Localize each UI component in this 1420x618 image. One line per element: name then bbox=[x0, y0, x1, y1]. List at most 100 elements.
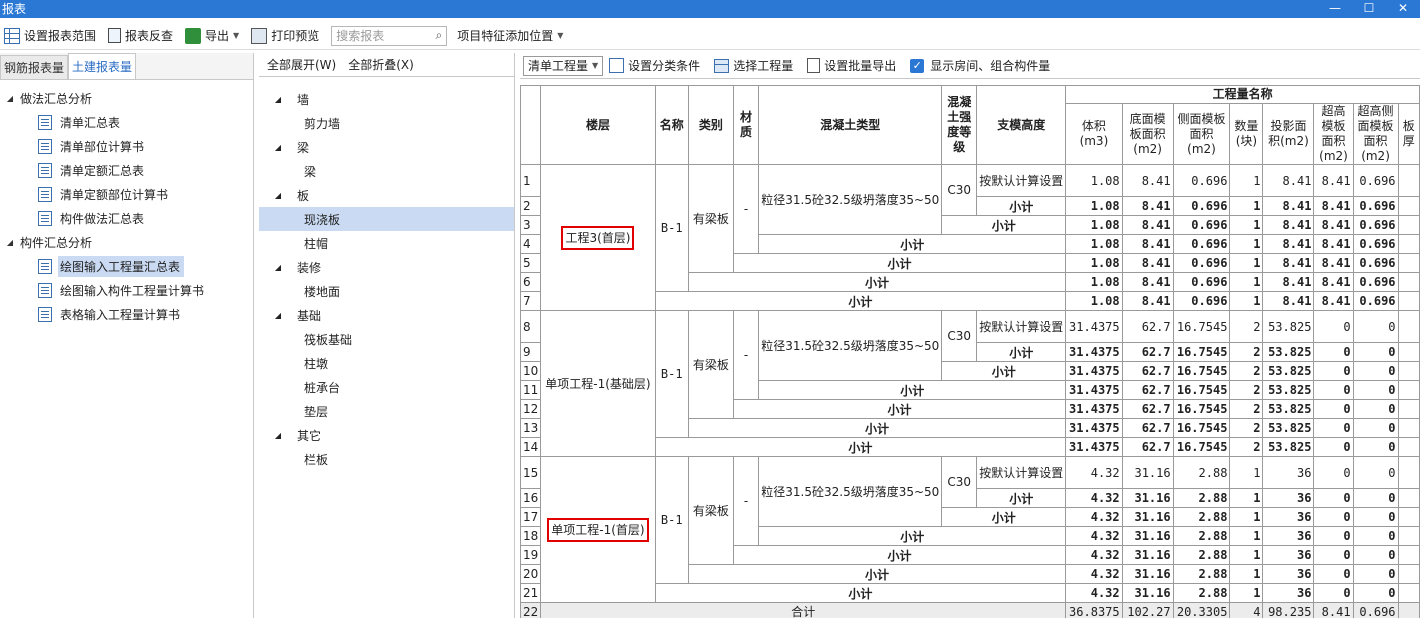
qty-cell[interactable]: 2.88 bbox=[1172, 488, 1231, 508]
qty-cell[interactable]: 0 bbox=[1313, 399, 1354, 419]
qty-cell[interactable]: 31.4375 bbox=[1065, 361, 1123, 381]
name-cell[interactable]: B-1 bbox=[654, 164, 689, 292]
tree-item-selected[interactable]: 绘图输入工程量汇总表 bbox=[0, 254, 253, 278]
qty-cell[interactable]: 36.8375 bbox=[1065, 602, 1123, 618]
qty-cell[interactable] bbox=[1397, 215, 1420, 235]
material-cell[interactable]: - bbox=[732, 456, 760, 546]
support-height-cell[interactable]: 按默认计算设置 bbox=[976, 164, 1067, 197]
qty-cell[interactable]: 1 bbox=[1229, 507, 1264, 527]
qty-cell[interactable]: 1 bbox=[1229, 215, 1264, 235]
qty-cell[interactable]: 0 bbox=[1313, 488, 1354, 508]
qty-cell[interactable]: 36 bbox=[1262, 583, 1315, 603]
qty-cell[interactable]: 0 bbox=[1352, 342, 1399, 362]
grand-total-label[interactable]: 合计 bbox=[540, 602, 1067, 618]
component-group[interactable]: ◢ 墙 bbox=[259, 87, 514, 111]
qty-cell[interactable]: 53.825 bbox=[1262, 418, 1315, 438]
material-cell[interactable]: - bbox=[732, 164, 760, 254]
concrete-grade-cell[interactable]: C30 bbox=[941, 456, 978, 508]
qty-cell[interactable]: 31.4375 bbox=[1065, 437, 1123, 457]
category-cell[interactable]: 有梁板 bbox=[687, 164, 734, 273]
concrete-type-cell[interactable]: 粒径31.5砼32.5级坍落度35~50 bbox=[758, 310, 943, 381]
qty-cell[interactable]: 0 bbox=[1313, 418, 1354, 438]
tree-item[interactable]: 构件做法汇总表 bbox=[0, 206, 253, 230]
qty-cell[interactable] bbox=[1397, 583, 1420, 603]
show-rooms-toggle[interactable]: ✓ 显示房间、组合构件量 bbox=[910, 57, 1050, 74]
qty-cell[interactable] bbox=[1397, 234, 1420, 254]
qty-cell[interactable]: 8.41 bbox=[1121, 196, 1174, 216]
qty-cell[interactable]: 1 bbox=[1229, 291, 1264, 311]
qty-cell[interactable]: 0.696 bbox=[1172, 234, 1231, 254]
floor-cell[interactable]: 单项工程-1(首层) bbox=[540, 456, 656, 603]
collapse-triangle-icon[interactable]: ◢ bbox=[271, 311, 285, 320]
qty-cell[interactable]: 0 bbox=[1352, 399, 1399, 419]
qty-cell[interactable]: 53.825 bbox=[1262, 380, 1315, 400]
qty-cell[interactable]: 0 bbox=[1313, 456, 1354, 489]
qty-cell[interactable]: 53.825 bbox=[1262, 342, 1315, 362]
subtotal-label[interactable]: 小计 bbox=[687, 272, 1067, 292]
qty-cell[interactable]: 0.696 bbox=[1352, 253, 1399, 273]
qty-cell[interactable]: 2 bbox=[1229, 361, 1264, 381]
component-group[interactable]: ◢ 板 bbox=[259, 183, 514, 207]
expand-all-button[interactable]: 全部展开(W) bbox=[267, 56, 336, 73]
qty-cell[interactable] bbox=[1397, 361, 1420, 381]
qty-cell[interactable]: 31.4375 bbox=[1065, 399, 1123, 419]
qty-cell[interactable] bbox=[1397, 253, 1420, 273]
qty-cell[interactable]: 0 bbox=[1352, 456, 1399, 489]
qty-cell[interactable]: 16.7545 bbox=[1172, 418, 1231, 438]
qty-cell[interactable]: 53.825 bbox=[1262, 399, 1315, 419]
qty-cell[interactable]: 1.08 bbox=[1065, 164, 1123, 197]
name-cell[interactable]: B-1 bbox=[654, 456, 689, 584]
subtotal-label[interactable]: 小计 bbox=[732, 253, 1067, 273]
collapse-triangle-icon[interactable]: ◢ bbox=[271, 431, 285, 440]
qty-cell[interactable]: 4.32 bbox=[1065, 545, 1123, 565]
qty-cell[interactable] bbox=[1397, 456, 1420, 489]
qty-cell[interactable]: 0 bbox=[1352, 564, 1399, 584]
qty-cell[interactable]: 31.4375 bbox=[1065, 342, 1123, 362]
qty-cell[interactable]: 1.08 bbox=[1065, 253, 1123, 273]
qty-cell[interactable]: 1.08 bbox=[1065, 196, 1123, 216]
category-cell[interactable]: 有梁板 bbox=[687, 310, 734, 419]
subtotal-label[interactable]: 小计 bbox=[976, 196, 1067, 216]
qty-cell[interactable]: 2.88 bbox=[1172, 456, 1231, 489]
qty-cell[interactable]: 16.7545 bbox=[1172, 380, 1231, 400]
qty-cell[interactable]: 8.41 bbox=[1262, 291, 1315, 311]
qty-cell[interactable] bbox=[1397, 310, 1420, 343]
tree-item[interactable]: 绘图输入构件工程量计算书 bbox=[0, 278, 253, 302]
qty-cell[interactable]: 0 bbox=[1313, 310, 1354, 343]
qty-cell[interactable]: 8.41 bbox=[1313, 291, 1354, 311]
subtotal-label[interactable]: 小计 bbox=[654, 583, 1067, 603]
qty-cell[interactable]: 8.41 bbox=[1313, 215, 1354, 235]
export-button[interactable]: 导出 ▼ bbox=[181, 24, 243, 48]
qty-cell[interactable]: 0 bbox=[1352, 380, 1399, 400]
qty-cell[interactable]: 1 bbox=[1229, 272, 1264, 292]
set-class-button[interactable]: 设置分类条件 bbox=[609, 57, 700, 74]
tree-item[interactable]: 清单定额部位计算书 bbox=[0, 182, 253, 206]
qty-cell[interactable]: 0 bbox=[1352, 361, 1399, 381]
qty-cell[interactable]: 2.88 bbox=[1172, 583, 1231, 603]
qty-cell[interactable]: 4.32 bbox=[1065, 456, 1123, 489]
search-icon[interactable]: ⌕ bbox=[435, 28, 442, 43]
floor-cell[interactable]: 工程3(首层) bbox=[540, 164, 656, 311]
qty-cell[interactable]: 2 bbox=[1229, 310, 1264, 343]
tree-group-method[interactable]: ◢ 做法汇总分析 bbox=[0, 86, 253, 110]
qty-cell[interactable] bbox=[1397, 272, 1420, 292]
subtotal-label[interactable]: 小计 bbox=[758, 526, 1067, 546]
qty-cell[interactable]: 8.41 bbox=[1121, 272, 1174, 292]
qty-cell[interactable]: 2 bbox=[1229, 342, 1264, 362]
qty-cell[interactable]: 8.41 bbox=[1121, 164, 1174, 197]
qty-cell[interactable]: 0 bbox=[1313, 564, 1354, 584]
qty-cell[interactable]: 1 bbox=[1229, 564, 1264, 584]
qty-cell[interactable]: 2 bbox=[1229, 418, 1264, 438]
collapse-triangle-icon[interactable]: ◢ bbox=[271, 95, 285, 104]
concrete-grade-cell[interactable]: C30 bbox=[941, 310, 978, 362]
qty-cell[interactable]: 102.27 bbox=[1121, 602, 1174, 618]
qty-cell[interactable]: 62.7 bbox=[1121, 310, 1174, 343]
qty-cell[interactable]: 4.32 bbox=[1065, 564, 1123, 584]
qty-cell[interactable]: 0 bbox=[1313, 437, 1354, 457]
reverse-check-button[interactable]: 报表反查 bbox=[104, 24, 177, 48]
component-group[interactable]: ◢ 其它 bbox=[259, 423, 514, 447]
qty-cell[interactable]: 31.16 bbox=[1121, 545, 1174, 565]
qty-cell[interactable]: 0 bbox=[1352, 526, 1399, 546]
collapse-triangle-icon[interactable]: ◢ bbox=[271, 263, 285, 272]
qty-cell[interactable]: 0 bbox=[1352, 437, 1399, 457]
